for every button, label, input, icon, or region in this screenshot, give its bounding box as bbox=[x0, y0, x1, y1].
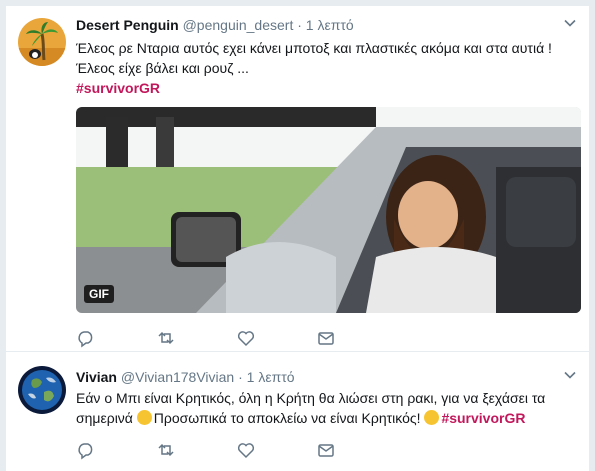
tweet-actions bbox=[76, 328, 356, 348]
tweet-text-segment: σημερινά bbox=[76, 410, 137, 426]
tweet-text-line: Έλεος ρε Νταρια αυτός εχει κάνει μποτοξ … bbox=[76, 40, 552, 56]
user-handle[interactable]: @penguin_desert bbox=[183, 17, 294, 33]
winking-emoji-icon bbox=[424, 410, 440, 425]
hashtag-link[interactable]: #survivorGR bbox=[441, 410, 525, 426]
tweet-text-line: Έλεος είχε βάλει και ρουζ ... bbox=[76, 60, 249, 76]
gif-media[interactable]: GIF bbox=[76, 107, 581, 313]
tweet-desert-penguin[interactable]: Desert Penguin @penguin_desert · 1 λεπτό… bbox=[6, 6, 589, 352]
heart-icon[interactable] bbox=[236, 328, 256, 348]
retweet-icon[interactable] bbox=[156, 328, 176, 348]
timestamp[interactable]: 1 λεπτό bbox=[306, 17, 354, 33]
earth-icon bbox=[18, 366, 66, 414]
tweet-text-line: Εάν ο Μπι είναι Κρητικός, όλη η Κρήτη θα… bbox=[76, 390, 546, 406]
avatar[interactable] bbox=[18, 366, 66, 414]
laughing-emoji-icon bbox=[136, 410, 152, 425]
reply-icon[interactable] bbox=[76, 440, 96, 460]
tweet-header: Desert Penguin @penguin_desert · 1 λεπτό bbox=[76, 16, 577, 34]
message-icon[interactable] bbox=[316, 328, 336, 348]
page-frame-right bbox=[589, 0, 595, 471]
avatar[interactable] bbox=[18, 18, 66, 66]
tweet-text: Έλεος ρε Νταρια αυτός εχει κάνει μποτοξ … bbox=[76, 38, 575, 98]
hashtag-link[interactable]: #survivorGR bbox=[76, 80, 160, 96]
gif-badge: GIF bbox=[84, 285, 114, 303]
separator-dot: · bbox=[297, 17, 302, 33]
gif-image bbox=[76, 107, 581, 313]
display-name[interactable]: Desert Penguin bbox=[76, 17, 179, 33]
tweet-actions bbox=[76, 440, 356, 460]
timestamp[interactable]: 1 λεπτό bbox=[247, 369, 295, 385]
user-handle[interactable]: @Vivian178Vivian bbox=[121, 369, 234, 385]
chevron-down-icon[interactable] bbox=[563, 368, 577, 382]
retweet-icon[interactable] bbox=[156, 440, 176, 460]
palm-tree-icon bbox=[18, 18, 66, 66]
tweet-header: Vivian @Vivian178Vivian · 1 λεπτό bbox=[76, 368, 577, 386]
tweet-vivian[interactable]: Vivian @Vivian178Vivian · 1 λεπτό Εάν ο … bbox=[6, 352, 589, 471]
message-icon[interactable] bbox=[316, 440, 336, 460]
tweet-text: Εάν ο Μπι είναι Κρητικός, όλη η Κρήτη θα… bbox=[76, 388, 575, 428]
chevron-down-icon[interactable] bbox=[563, 16, 577, 30]
tweet-text-segment: Προσωπικά το αποκλείω να είναι Κρητικός! bbox=[153, 410, 425, 426]
display-name[interactable]: Vivian bbox=[76, 369, 117, 385]
heart-icon[interactable] bbox=[236, 440, 256, 460]
separator-dot: · bbox=[238, 369, 243, 385]
reply-icon[interactable] bbox=[76, 328, 96, 348]
